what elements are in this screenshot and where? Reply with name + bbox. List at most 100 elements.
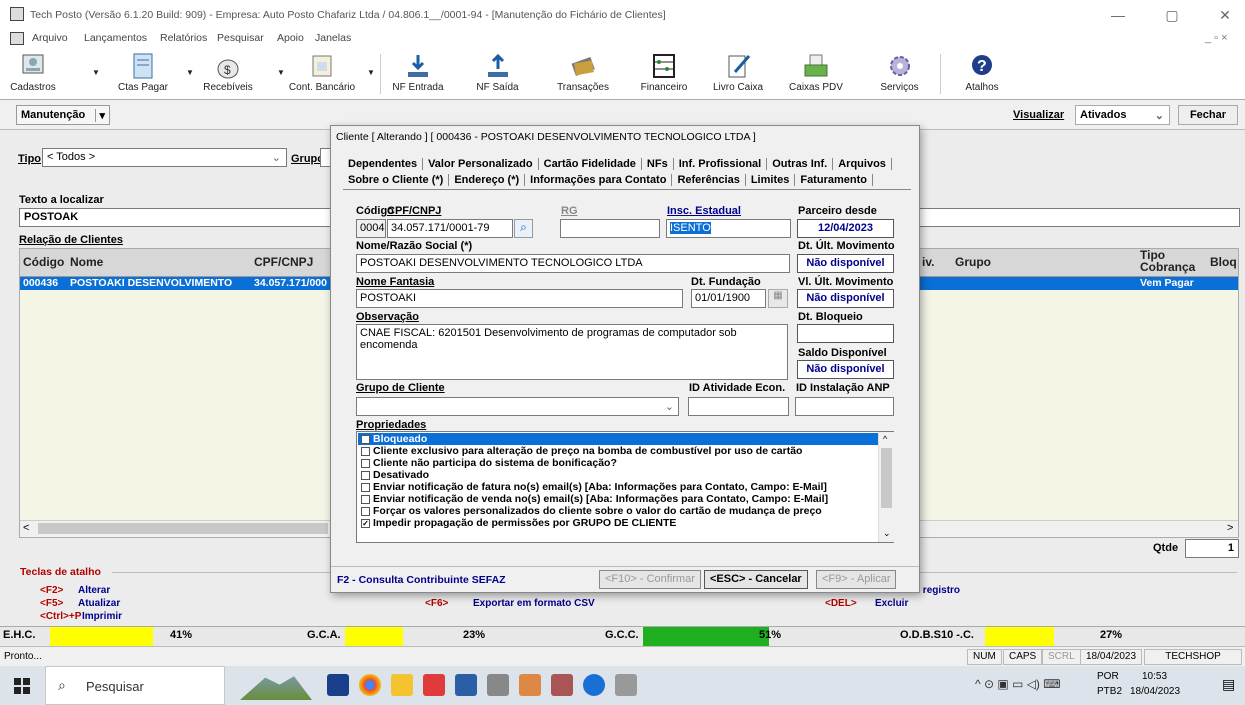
file-explorer-icon[interactable] (391, 674, 413, 696)
shortcut-excluir[interactable]: Excluir (875, 598, 908, 609)
toolbar-nf-entrada[interactable]: NF Entrada (388, 50, 448, 98)
checkbox[interactable] (361, 506, 370, 516)
checkbox[interactable] (361, 446, 370, 456)
tray-icons[interactable]: ^ ⊙ ▣ ▭ ◁) ⌨ (975, 677, 1061, 691)
search-icon[interactable]: ⌕ (514, 219, 533, 238)
id-instalacao-field[interactable] (795, 397, 894, 416)
maximize-button[interactable]: ▢ (1157, 6, 1187, 24)
grupo-cliente-select[interactable]: ⌄ (356, 397, 679, 416)
menu-pesquisar[interactable]: Pesquisar (217, 32, 264, 44)
tab-outras-inf[interactable]: Outras Inf. (767, 158, 834, 170)
scroll-up-icon[interactable]: ^ (883, 434, 887, 444)
scroll-thumb[interactable] (38, 523, 328, 534)
weather-widget-icon[interactable] (240, 676, 312, 700)
observacao-field[interactable]: CNAE FISCAL: 6201501 Desenvolvimento de … (356, 324, 788, 380)
aplicar-button[interactable]: <F9> - Aplicar (816, 570, 897, 589)
cancelar-button[interactable]: <ESC> - Cancelar (704, 570, 808, 589)
tab-sobre-cliente[interactable]: Sobre o Cliente (*) (343, 174, 450, 186)
tab-arquivos[interactable]: Arquivos (833, 158, 892, 170)
col-nome[interactable]: Nome (70, 255, 103, 269)
property-item[interactable]: Cliente exclusivo para alteração de preç… (358, 445, 878, 457)
rg-field[interactable] (560, 219, 660, 238)
menu-arquivo[interactable]: Arquivo (32, 32, 68, 44)
tab-nfs[interactable]: NFs (642, 158, 674, 170)
tab-info-contato[interactable]: Informações para Contato (525, 174, 673, 186)
checkbox[interactable] (361, 470, 370, 480)
col-bloq[interactable]: Bloq (1210, 255, 1237, 269)
shortcut-atualizar[interactable]: Atualizar (78, 598, 120, 609)
checkbox[interactable] (361, 458, 370, 468)
chevron-down-icon[interactable]: ▼ (367, 68, 375, 77)
menu-apoio[interactable]: Apoio (277, 32, 304, 44)
toolbar-servicos[interactable]: Serviços (872, 50, 927, 98)
chevron-down-icon[interactable]: ▼ (92, 68, 100, 77)
inscricao-field[interactable]: ISENTO (666, 219, 791, 238)
id-atividade-field[interactable] (688, 397, 789, 416)
shortcut-exportar-csv[interactable]: Exportar em formato CSV (473, 598, 595, 609)
checkbox[interactable] (361, 482, 370, 492)
techposto-taskbar-icon[interactable] (615, 674, 637, 696)
tab-inf-profissional[interactable]: Inf. Profissional (674, 158, 768, 170)
property-item[interactable]: Desativado (358, 469, 878, 481)
chevron-down-icon[interactable]: ▼ (186, 68, 194, 77)
calendar-icon[interactable]: ▦ (768, 289, 788, 308)
col-tipo-cobranca[interactable]: Tipo Cobrança (1140, 249, 1195, 273)
tab-limites[interactable]: Limites (746, 174, 796, 186)
toolbar-nf-saida[interactable]: NF Saída (470, 50, 525, 98)
menu-lancamentos[interactable]: Lançamentos (84, 32, 147, 44)
property-item[interactable]: Enviar notificação de venda no(s) email(… (358, 493, 878, 505)
shortcut-alterar[interactable]: Alterar (78, 585, 110, 596)
toolbar-cont-bancario[interactable]: Cont. Bancário (287, 50, 357, 98)
minimize-button[interactable]: — (1103, 6, 1133, 24)
clock-time[interactable]: 10:53 (1142, 671, 1167, 682)
app-medal-icon[interactable] (519, 674, 541, 696)
cpf-field[interactable]: 34.057.171/0001-79 (387, 219, 513, 238)
toolbar-ctas-pagar[interactable]: Ctas Pagar (108, 50, 178, 98)
scroll-thumb[interactable] (881, 448, 892, 508)
toolbar-livro-caixa[interactable]: Livro Caixa (708, 50, 768, 98)
keyboard-layout[interactable]: PTB2 (1097, 686, 1122, 697)
col-inv[interactable]: iv. (922, 255, 934, 269)
tab-referencias[interactable]: Referências (672, 174, 746, 186)
confirmar-button[interactable]: <F10> - Confirmar (599, 570, 701, 589)
vertical-scrollbar[interactable]: ^ ⌄ (878, 432, 894, 542)
chrome-icon[interactable] (359, 674, 381, 696)
scroll-left-icon[interactable]: < (23, 522, 29, 534)
tab-endereco[interactable]: Endereço (*) (449, 174, 526, 186)
consulta-sefaz-link[interactable]: F2 - Consulta Contribuinte SEFAZ (337, 574, 506, 586)
taskbar-search[interactable]: ⌕ Pesquisar (45, 666, 225, 705)
checkbox[interactable]: ✓ (361, 518, 370, 528)
property-item[interactable]: Enviar notificação de fatura no(s) email… (358, 481, 878, 493)
chevron-down-icon[interactable]: ▼ (277, 68, 285, 77)
col-cpf[interactable]: CPF/CNPJ (254, 255, 313, 269)
app-volus-icon[interactable] (327, 674, 349, 696)
lang-indicator[interactable]: POR (1097, 671, 1119, 682)
tipo-select[interactable]: < Todos > ⌄ (42, 148, 287, 167)
col-grupo[interactable]: Grupo (955, 255, 991, 269)
notification-icon[interactable]: ▤ (1222, 676, 1235, 693)
clock-date[interactable]: 18/04/2023 (1130, 686, 1180, 697)
toolbar-atalhos[interactable]: ? Atalhos (957, 50, 1007, 98)
toolbar-transacoes[interactable]: Transações (553, 50, 613, 98)
fundacao-field[interactable]: 01/01/1900 (691, 289, 766, 308)
property-item[interactable]: Cliente não participa do sistema de boni… (358, 457, 878, 469)
toolbar-caixas-pdv[interactable]: Caixas PDV (786, 50, 846, 98)
mdi-controls[interactable]: _ ▫ × (1205, 32, 1228, 44)
toolbar-cadastros[interactable]: Cadastros (10, 50, 56, 98)
checkbox[interactable] (361, 434, 370, 444)
checkbox[interactable] (361, 494, 370, 504)
cards-app-icon[interactable] (487, 674, 509, 696)
tab-dependentes[interactable]: Dependentes (343, 158, 424, 170)
tab-valor-personalizado[interactable]: Valor Personalizado (423, 158, 539, 170)
property-item[interactable]: Bloqueado (358, 433, 878, 445)
close-button[interactable]: ✕ (1210, 6, 1240, 24)
tab-cartao-fidelidade[interactable]: Cartão Fidelidade (539, 158, 642, 170)
calculator-icon[interactable] (455, 674, 477, 696)
toolbar-recebiveis[interactable]: $ Recebíveis (198, 50, 258, 98)
scroll-down-icon[interactable]: ⌄ (883, 528, 891, 539)
col-codigo[interactable]: Código (23, 255, 64, 269)
tab-faturamento[interactable]: Faturamento (795, 174, 873, 186)
menu-relatorios[interactable]: Relatórios (160, 32, 207, 44)
property-item[interactable]: Forçar os valores personalizados do clie… (358, 505, 878, 517)
anydesk-icon[interactable] (423, 674, 445, 696)
